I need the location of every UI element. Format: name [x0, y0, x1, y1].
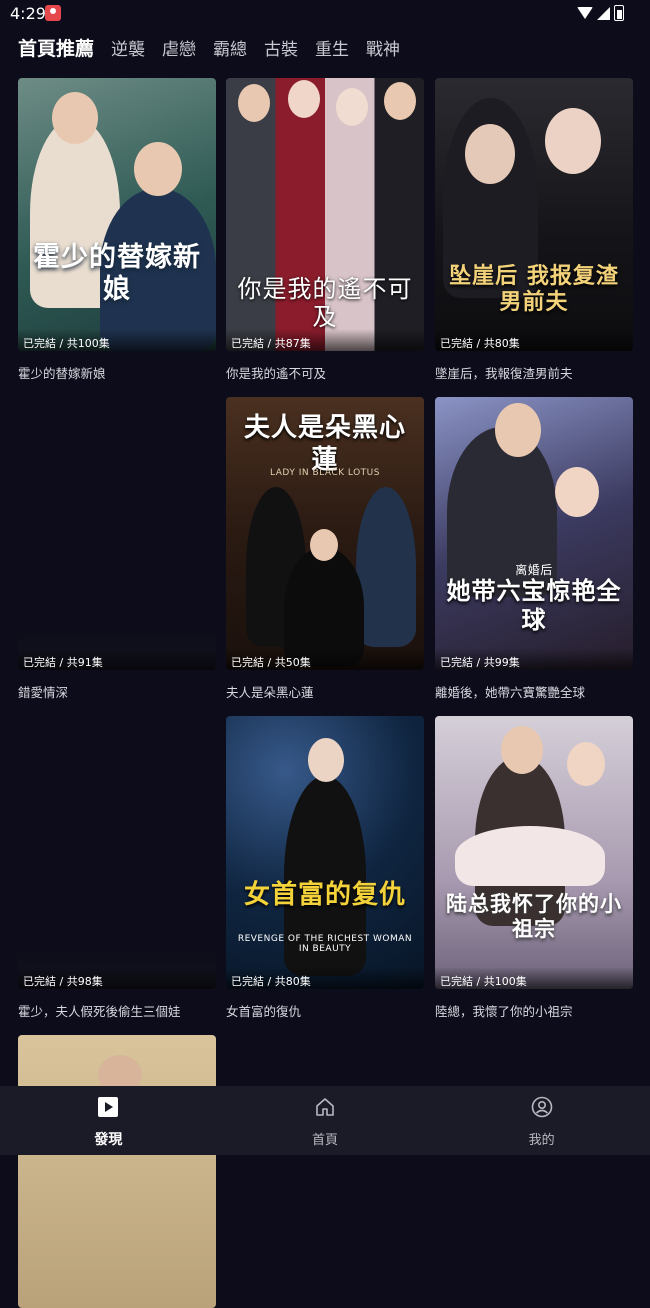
- app-notification-icon: [45, 5, 61, 21]
- drama-title: 錯愛情深: [18, 685, 69, 700]
- actor-head: [308, 738, 344, 782]
- nav-label: 發現: [94, 1132, 123, 1148]
- tab-tragic-romance[interactable]: 虐戀: [162, 35, 196, 60]
- profile-icon: [531, 1096, 552, 1118]
- poster-caption: LADY IN BLACK LOTUS: [270, 467, 380, 478]
- episode-badge: 已完結 / 共87集: [226, 329, 424, 351]
- drama-title: 霍少，夫人假死後偷生三個娃: [18, 1004, 181, 1019]
- category-tabs: 首頁推薦 逆襲 虐戀 霸總 古裝 重生 戰神: [18, 34, 400, 64]
- drama-card[interactable]: 陆总我怀了你的小祖宗 已完結 / 共100集 陸總，我懷了你的小祖宗: [435, 716, 633, 1020]
- nav-label: 我的: [528, 1133, 555, 1148]
- signal-icon: [597, 6, 610, 20]
- drama-poster[interactable]: 陆总我怀了你的小祖宗 已完結 / 共100集: [435, 716, 633, 989]
- drama-poster[interactable]: 坠崖后 我报复渣男前夫 已完結 / 共80集: [435, 78, 633, 351]
- drama-poster[interactable]: [18, 1035, 216, 1308]
- status-time: 4:29: [10, 4, 46, 23]
- bottom-nav: 發現 首頁 我的: [0, 1086, 650, 1155]
- actor-head: [567, 742, 605, 786]
- drama-title: 女首富的復仇: [226, 1004, 302, 1019]
- actor-head: [545, 108, 601, 174]
- tab-ceo[interactable]: 霸總: [213, 35, 247, 60]
- tab-comeback[interactable]: 逆襲: [111, 35, 145, 60]
- tab-recommended[interactable]: 首頁推薦: [18, 34, 94, 61]
- poster-title-art: 陆总我怀了你的小祖宗: [446, 890, 622, 941]
- poster-title-art: 霍少的替嫁新娘: [33, 241, 201, 306]
- drama-poster[interactable]: 女首富的复仇 REVENGE OF THE RICHEST WOMAN IN B…: [226, 716, 424, 989]
- drama-title: 霍少的替嫁新娘: [18, 366, 106, 381]
- drama-card[interactable]: 夫人是朵黑心蓮 LADY IN BLACK LOTUS 已完結 / 共50集 夫…: [226, 397, 424, 701]
- nav-label: 首頁: [312, 1133, 339, 1148]
- drama-card[interactable]: 坠崖后 我报复渣男前夫 已完結 / 共80集 墜崖后，我報復渣男前夫: [435, 78, 633, 382]
- episode-badge: 已完結 / 共91集: [18, 648, 216, 670]
- drama-poster[interactable]: 离婚后 她带六宝惊艳全球 已完結 / 共99集: [435, 397, 633, 670]
- episode-badge: 已完結 / 共80集: [435, 329, 633, 351]
- actor-head: [134, 142, 182, 196]
- actor-head: [288, 80, 320, 118]
- actor-head: [465, 124, 515, 184]
- actor-head: [52, 92, 98, 144]
- battery-icon: [614, 5, 624, 21]
- drama-poster[interactable]: 你是我的遙不可及 已完結 / 共87集: [226, 78, 424, 351]
- drama-poster[interactable]: 已完結 / 共98集: [18, 716, 216, 989]
- drama-card[interactable]: 已完結 / 共98集 霍少，夫人假死後偷生三個娃: [18, 716, 216, 1020]
- poster-title-art: 夫人是朵黑心蓮: [243, 413, 406, 475]
- drama-card[interactable]: 你是我的遙不可及 已完結 / 共87集 你是我的遙不可及: [226, 78, 424, 382]
- play-square-icon: [98, 1097, 119, 1117]
- poster-title-art: 坠崖后 我报复渣男前夫: [449, 263, 619, 316]
- episode-badge: 已完結 / 共100集: [435, 967, 633, 989]
- drama-title: 夫人是朵黑心蓮: [226, 685, 314, 700]
- drama-title: 離婚後，她帶六寶驚艷全球: [435, 685, 586, 700]
- drama-card[interactable]: 霍少的替嫁新娘 已完結 / 共100集 霍少的替嫁新娘: [18, 78, 216, 382]
- drama-card[interactable]: 已完結 / 共91集 錯愛情深: [18, 397, 216, 701]
- drama-poster[interactable]: 已完結 / 共91集: [18, 397, 216, 670]
- actor-figure: [356, 487, 416, 647]
- drama-poster[interactable]: 霍少的替嫁新娘 已完結 / 共100集: [18, 78, 216, 351]
- status-bar: 4:29: [0, 0, 650, 28]
- actor-figure: [455, 826, 605, 886]
- episode-badge: 已完結 / 共98集: [18, 967, 216, 989]
- drama-title: 墜崖后，我報復渣男前夫: [435, 366, 573, 381]
- poster-caption: REVENGE OF THE RICHEST WOMAN IN BEAUTY: [237, 934, 413, 955]
- nav-discover[interactable]: 發現: [0, 1086, 217, 1155]
- wifi-icon: [577, 7, 593, 19]
- episode-badge: 已完結 / 共99集: [435, 648, 633, 670]
- episode-badge: 已完結 / 共80集: [226, 967, 424, 989]
- drama-card[interactable]: [18, 1035, 216, 1308]
- status-icons: [577, 5, 624, 21]
- actor-head: [384, 82, 416, 120]
- episode-badge: 已完結 / 共50集: [226, 648, 424, 670]
- episode-badge: 已完結 / 共100集: [18, 329, 216, 351]
- home-icon: [316, 1098, 334, 1116]
- poster-title-art: 她带六宝惊艳全球: [446, 576, 622, 634]
- actor-head: [336, 88, 368, 126]
- nav-profile[interactable]: 我的: [433, 1086, 650, 1155]
- drama-card[interactable]: 女首富的复仇 REVENGE OF THE RICHEST WOMAN IN B…: [226, 716, 424, 1020]
- drama-title: 你是我的遙不可及: [226, 366, 327, 381]
- drama-title: 陸總，我懷了你的小祖宗: [435, 1004, 573, 1019]
- tab-rebirth[interactable]: 重生: [315, 35, 349, 60]
- drama-poster[interactable]: 夫人是朵黑心蓮 LADY IN BLACK LOTUS 已完結 / 共50集: [226, 397, 424, 670]
- actor-head: [555, 467, 599, 517]
- actor-head: [495, 403, 541, 457]
- actor-head: [501, 726, 543, 774]
- poster-title-art: 你是我的遙不可及: [237, 274, 413, 332]
- nav-home[interactable]: 首頁: [217, 1086, 434, 1155]
- tab-war-god[interactable]: 戰神: [366, 35, 400, 60]
- tab-costume[interactable]: 古裝: [264, 35, 298, 60]
- actor-head: [238, 84, 270, 122]
- actor-head: [310, 529, 338, 561]
- poster-title-art: 女首富的复仇: [243, 879, 406, 910]
- drama-card[interactable]: 离婚后 她带六宝惊艳全球 已完結 / 共99集 離婚後，她帶六寶驚艷全球: [435, 397, 633, 701]
